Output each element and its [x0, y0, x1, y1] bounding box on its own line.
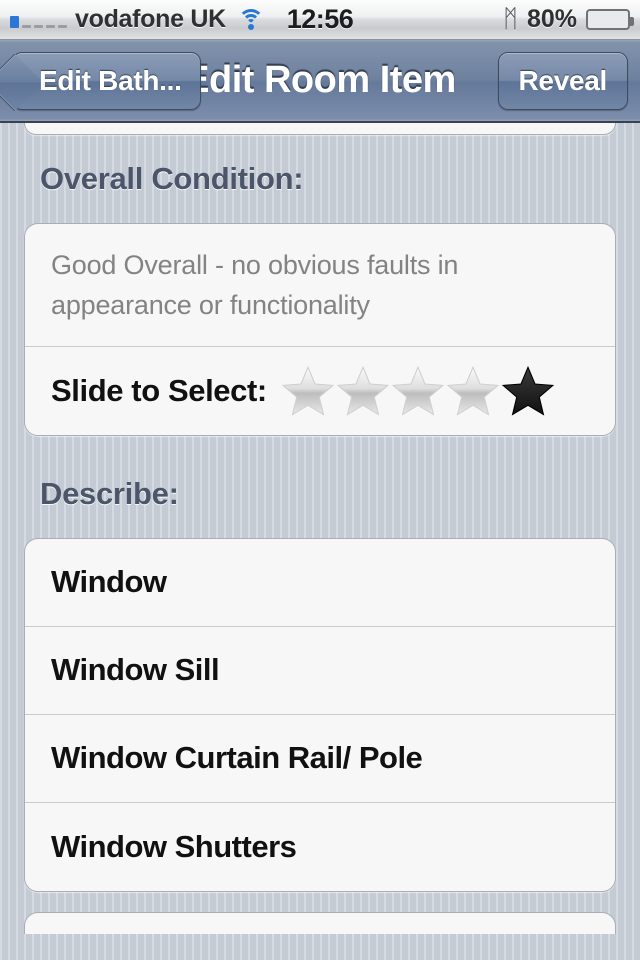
previous-section-card-partial — [24, 123, 616, 135]
section-header-describe: Describe: — [40, 475, 179, 511]
star-icon[interactable] — [336, 364, 390, 418]
star-rating-control[interactable] — [281, 364, 589, 418]
list-item[interactable]: Window — [25, 539, 615, 627]
star-icon[interactable] — [446, 364, 500, 418]
rating-label: Slide to Select: — [51, 372, 267, 408]
overall-condition-card: Good Overall - no obvious faults in appe… — [24, 223, 616, 436]
reveal-button[interactable]: Reveal — [497, 51, 628, 110]
status-bar-right: ᛗ 80% — [502, 5, 634, 34]
status-bar: vodafone UK 12:56 ᛗ 80% — [0, 0, 640, 40]
battery-icon — [586, 9, 634, 30]
list-item[interactable]: Window Curtain Rail/ Pole — [25, 715, 615, 803]
scroll-content[interactable]: Overall Condition: Good Overall - no obv… — [0, 123, 640, 960]
list-item-label: Window Sill — [51, 652, 220, 688]
list-item-label: Window Curtain Rail/ Pole — [51, 740, 423, 776]
condition-description-text: Good Overall - no obvious faults in appe… — [51, 250, 459, 320]
navigation-bar: Edit Bath... Edit Room Item Reveal — [0, 40, 640, 123]
back-button-label: Edit Bath... — [39, 64, 182, 96]
condition-description-cell[interactable]: Good Overall - no obvious faults in appe… — [25, 224, 615, 347]
reveal-button-label: Reveal — [518, 64, 608, 96]
bluetooth-icon: ᛗ — [502, 5, 518, 33]
list-item-label: Window Shutters — [51, 828, 297, 864]
rating-cell[interactable]: Slide to Select: — [25, 347, 615, 435]
star-icon[interactable] — [281, 364, 335, 418]
star-icon[interactable] — [391, 364, 445, 418]
section-header-overall-condition: Overall Condition: — [40, 161, 304, 196]
describe-list-card: Window Window Sill Window Curtain Rail/ Po… — [24, 537, 616, 892]
list-item[interactable]: Window Sill — [25, 627, 615, 715]
list-item[interactable]: Window Shutters — [25, 803, 615, 891]
battery-percent-label: 80% — [526, 5, 577, 33]
list-item-label: Window — [51, 564, 167, 600]
next-section-card-partial — [24, 911, 616, 934]
star-icon[interactable] — [501, 364, 555, 418]
back-button[interactable]: Edit Bath... — [12, 51, 201, 110]
